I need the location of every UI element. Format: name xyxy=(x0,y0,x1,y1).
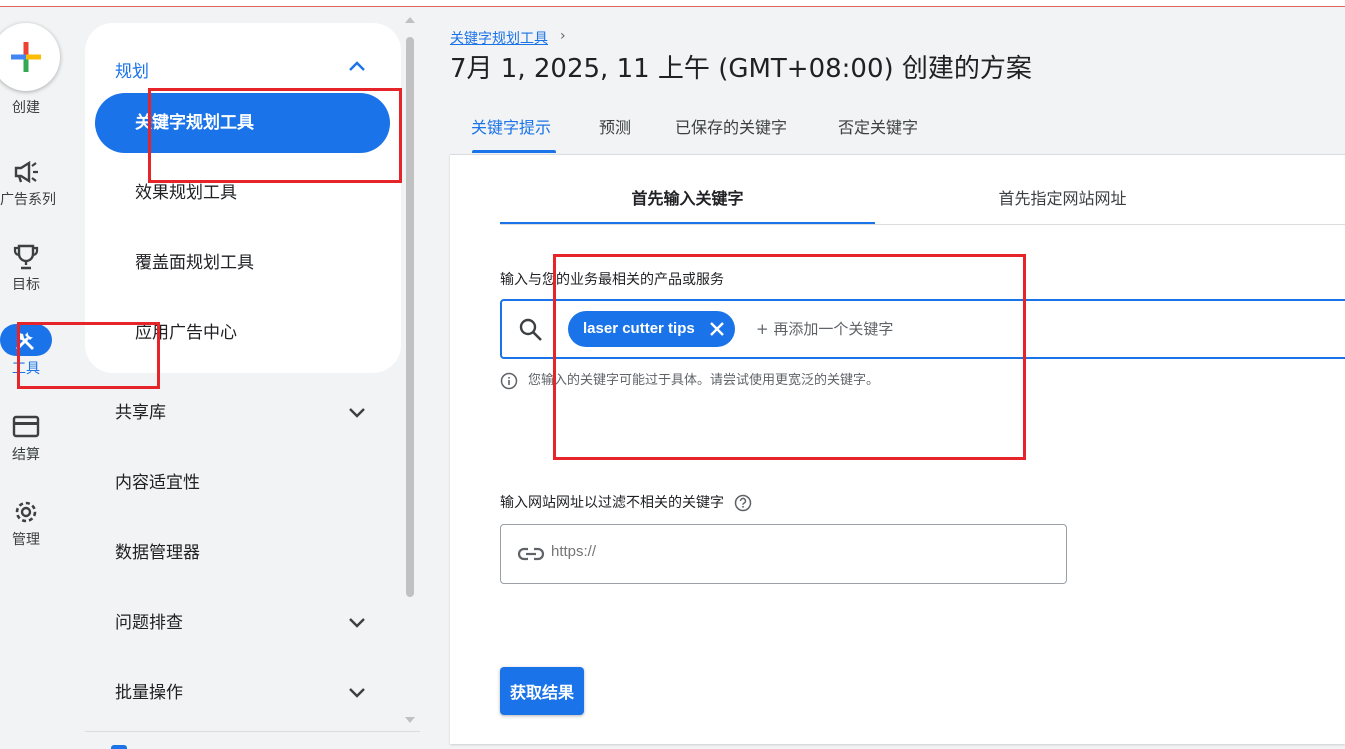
active-subtab-indicator xyxy=(500,222,875,224)
rail-item-admin[interactable]: 管理 xyxy=(0,499,52,549)
subtab-start-with-keywords[interactable]: 首先输入关键字 xyxy=(500,185,875,209)
info-icon xyxy=(500,372,518,389)
url-field-label-row: 输入网站网址以过滤不相关的关键字 xyxy=(500,492,752,512)
trophy-icon xyxy=(13,244,39,270)
link-icon xyxy=(517,547,545,561)
create-button[interactable] xyxy=(0,23,60,91)
scroll-thumb[interactable] xyxy=(406,37,414,597)
rail-item-goals[interactable]: 目标 xyxy=(0,244,52,294)
url-input[interactable] xyxy=(551,543,1031,560)
annotation-box-keyword-planner xyxy=(148,88,402,183)
scroll-down-arrow-icon[interactable] xyxy=(405,717,415,723)
nav-scrollbar[interactable] xyxy=(405,17,415,727)
nav-item-label: 数据管理器 xyxy=(115,543,200,563)
nav-item-label: 共享库 xyxy=(115,403,166,423)
nav-item-label: 内容适宜性 xyxy=(115,473,200,493)
url-field-label: 输入网站网址以过滤不相关的关键字 xyxy=(500,495,724,511)
nav-item-troubleshooting[interactable]: 问题排查 xyxy=(115,608,375,638)
nav-item-label: 问题排查 xyxy=(115,613,183,633)
megaphone-icon xyxy=(14,160,38,184)
annotation-box-keyword-input xyxy=(553,254,1026,460)
rail-create-label: 创建 xyxy=(12,100,40,116)
rail-item-campaigns[interactable]: 广告系列 xyxy=(0,159,56,209)
search-icon xyxy=(519,318,542,341)
subtab-start-with-website[interactable]: 首先指定网站网址 xyxy=(875,185,1250,209)
help-icon[interactable] xyxy=(734,494,752,512)
planning-section: 规划 关键字规划工具 效果规划工具 覆盖面规划工具 应用广告中心 xyxy=(85,23,401,373)
nav-item-shared-library[interactable]: 共享库 xyxy=(115,398,375,428)
page-title: 7月 1, 2025, 11 上午 (GMT+08:00) 创建的方案 xyxy=(450,54,1032,84)
tab-negative-keywords[interactable]: 否定关键字 xyxy=(838,114,918,138)
tab-saved-keywords[interactable]: 已保存的关键字 xyxy=(675,114,787,138)
nav-checkbox[interactable] xyxy=(111,745,127,749)
chevron-up-icon[interactable] xyxy=(347,59,367,73)
subtab-divider xyxy=(500,224,1345,225)
breadcrumb[interactable]: 关键字规划工具 xyxy=(450,28,548,48)
active-tab-indicator xyxy=(472,150,556,153)
nav-item-content-suitability[interactable]: 内容适宜性 xyxy=(115,468,375,498)
nav-item-label: 批量操作 xyxy=(115,683,183,703)
nav-item-data-manager[interactable]: 数据管理器 xyxy=(115,538,375,568)
nav-divider xyxy=(85,731,420,732)
chevron-down-icon xyxy=(349,618,365,628)
planning-section-title[interactable]: 规划 xyxy=(115,57,149,82)
gear-icon xyxy=(15,501,37,523)
url-field[interactable] xyxy=(500,524,1067,584)
chevron-down-icon xyxy=(349,408,365,418)
annotation-box-tools xyxy=(17,322,160,389)
tab-forecast[interactable]: 预测 xyxy=(599,114,631,138)
credit-card-icon xyxy=(12,415,40,438)
chevron-right-icon: › xyxy=(560,28,566,44)
nav-item-bulk-actions[interactable]: 批量操作 xyxy=(115,678,375,708)
nav-item-reach-planner[interactable]: 覆盖面规划工具 xyxy=(95,233,390,293)
plus-icon xyxy=(11,42,41,72)
get-results-button[interactable]: 获取结果 xyxy=(500,667,585,715)
chevron-down-icon xyxy=(349,688,365,698)
rail-item-billing[interactable]: 结算 xyxy=(0,414,52,464)
tab-keyword-ideas[interactable]: 关键字提示 xyxy=(471,114,551,138)
scroll-up-arrow-icon[interactable] xyxy=(405,17,415,23)
top-border xyxy=(0,0,1345,7)
